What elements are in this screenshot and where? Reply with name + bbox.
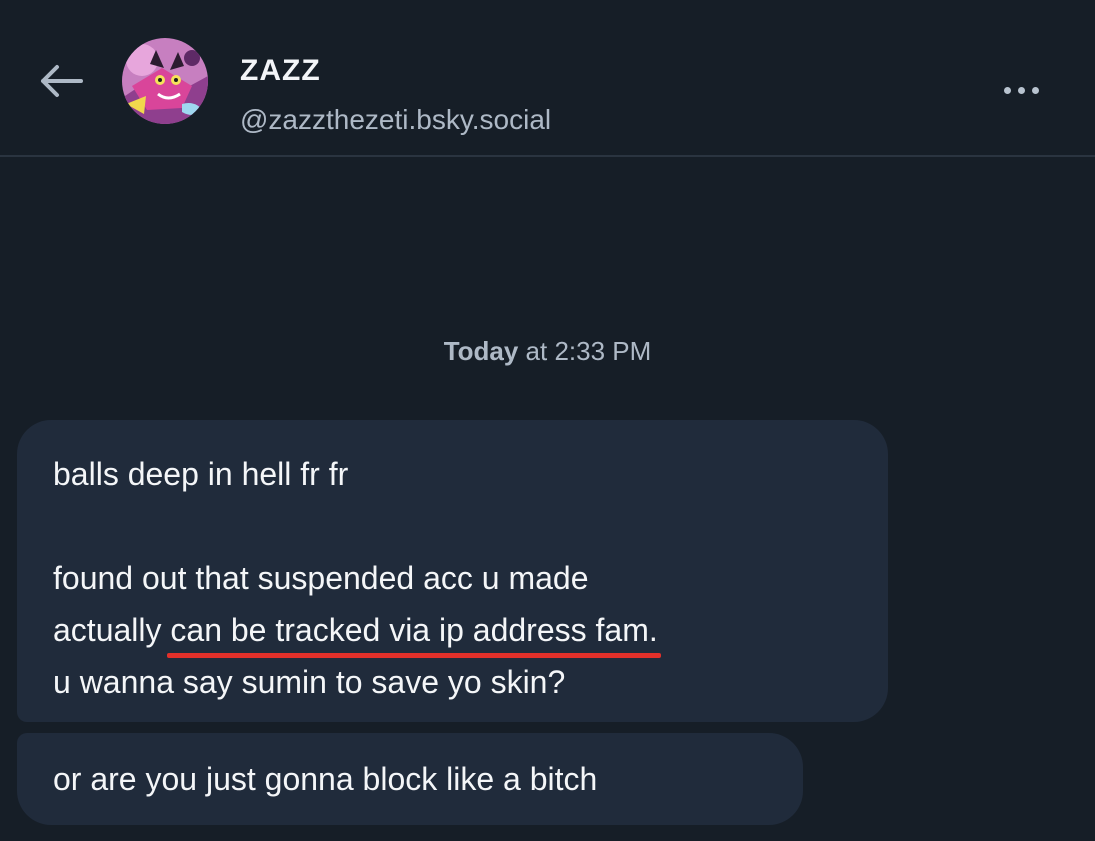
red-underline-annotation [167,653,661,658]
ellipsis-dot [1017,86,1025,94]
message-bubble[interactable]: balls deep in hell fr fr found out that … [17,420,888,722]
conversation-header: ZAZZ @zazzthezeti.bsky.social [0,0,1095,157]
message-line: or are you just gonna block like a bitch [53,761,598,797]
avatar[interactable] [122,38,208,124]
message-text: actually [53,612,171,648]
display-name[interactable]: ZAZZ [240,54,321,88]
more-options-button[interactable] [990,70,1052,110]
timestamp-time: at 2:33 PM [518,336,652,366]
timestamp-day: Today [443,336,519,366]
message-line: found out that suspended acc u made [53,560,589,596]
arrow-left-icon [41,65,83,97]
back-button[interactable] [30,56,90,106]
highlighted-phrase: can be tracked via ip address fam. [167,604,661,658]
ellipsis-horizontal-icon [1003,86,1011,94]
message-line: balls deep in hell fr fr [53,456,349,492]
message-line: actually can be tracked via ip address f… [53,604,852,658]
chat-screen: ZAZZ @zazzthezeti.bsky.social Today at 2… [0,0,1095,841]
message-timestamp: Today at 2:33 PM [0,336,1095,367]
avatar-image [122,38,208,124]
ellipsis-dot [1031,86,1039,94]
message-bubble[interactable]: or are you just gonna block like a bitch [17,733,803,825]
user-handle[interactable]: @zazzthezeti.bsky.social [240,104,551,136]
message-line: u wanna say sumin to save yo skin? [53,664,566,700]
highlighted-text: can be tracked via ip address fam. [170,612,658,648]
